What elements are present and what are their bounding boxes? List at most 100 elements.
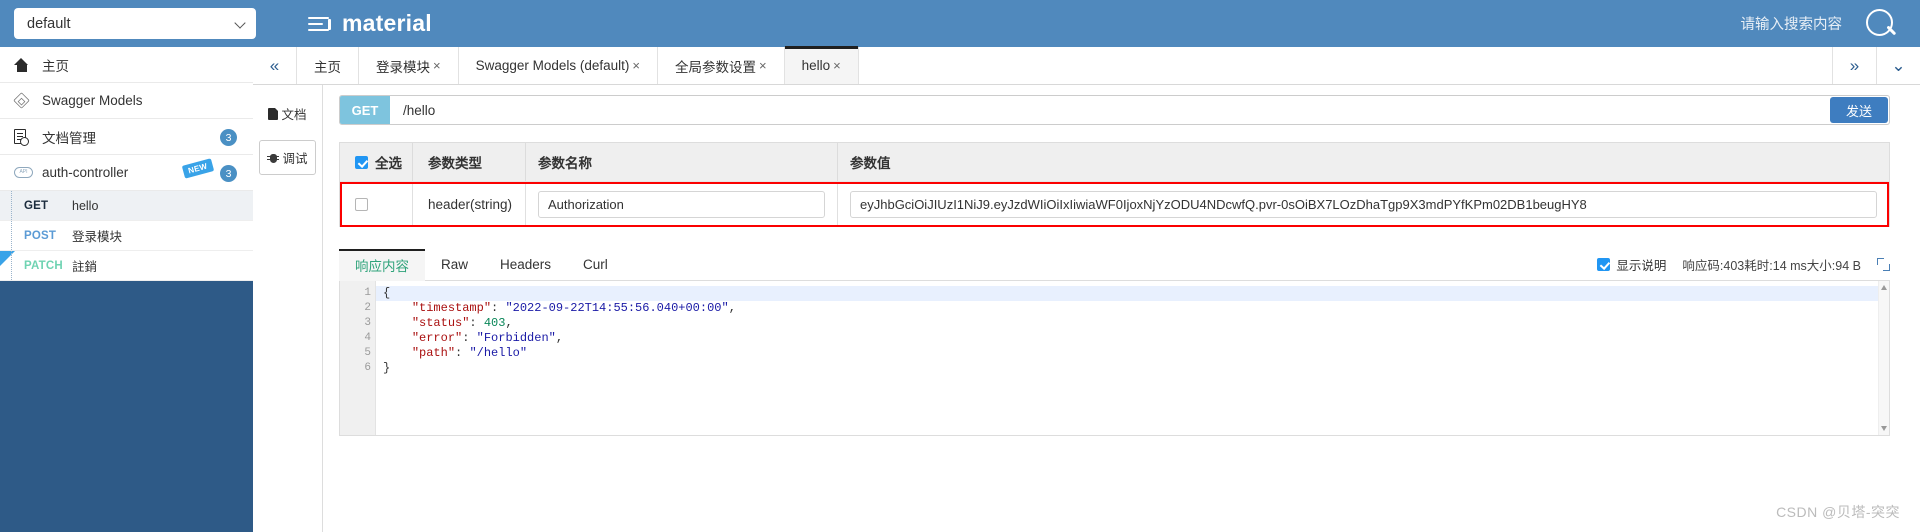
search-icon[interactable] <box>1864 7 1898 41</box>
column-header-value: 参数值 <box>850 156 891 171</box>
tab-swagger-models[interactable]: Swagger Models (default) × <box>458 47 659 84</box>
vtab-debug[interactable]: 调试 <box>259 140 316 175</box>
request-bar: GET /hello 发送 <box>339 95 1890 125</box>
show-description-label: 显示说明 <box>1616 259 1667 273</box>
line-number: 6 <box>364 362 371 374</box>
chevron-down-icon <box>236 18 247 29</box>
json-line: "path": "/hello" <box>411 346 528 360</box>
vtab-label: 调试 <box>282 152 308 166</box>
cube-icon <box>13 92 38 109</box>
scroll-down-icon[interactable] <box>1881 426 1887 431</box>
select-all-checkbox[interactable] <box>355 155 368 169</box>
tab-label: 全局参数设置 <box>675 59 757 75</box>
tab-hello[interactable]: hello × <box>784 46 859 84</box>
api-cloud-icon: API <box>14 167 38 178</box>
scroll-up-icon[interactable] <box>1881 285 1887 290</box>
response-body-editor[interactable]: 1 2 3 4 5 6 { "timestamp": "2022-09-22T1… <box>339 281 1890 436</box>
tab-login-module[interactable]: 登录模块 × <box>359 47 459 84</box>
doc-settings-icon <box>14 129 38 146</box>
param-name-input[interactable]: Authorization <box>538 191 825 218</box>
environment-select[interactable]: default <box>14 8 256 39</box>
sidebar-item-doc-management[interactable]: 文档管理 3 <box>0 119 253 155</box>
json-value-timestamp: "2022-09-22T14:55:56.040+00:00" <box>505 301 729 315</box>
sidebar-item-label: Swagger Models <box>42 93 143 108</box>
endpoint-name: 註銷 <box>72 260 98 274</box>
tab-label: 登录模块 <box>376 59 430 75</box>
table-row: header(string) Authorization eyJhbGciOiJ… <box>340 181 1889 227</box>
sidebar-item-swagger-models[interactable]: Swagger Models <box>0 83 253 119</box>
close-icon[interactable]: × <box>833 58 841 73</box>
param-value-input[interactable]: eyJhbGciOiJIUzI1NiJ9.eyJzdWIiOiIxIiwiaWF… <box>850 191 1877 218</box>
json-value-error: "Forbidden" <box>476 331 556 345</box>
close-icon[interactable]: × <box>632 58 640 73</box>
request-url-input[interactable]: /hello <box>390 103 1889 118</box>
line-number: 5 <box>364 347 371 359</box>
response-meta-bar: 显示说明 响应码:403耗时:14 ms大小:94 B <box>1597 255 1890 274</box>
sidebar-item-label: 主页 <box>42 58 69 74</box>
line-number-gutter: 1 2 3 4 5 6 <box>340 281 376 435</box>
params-table: 全选 参数类型 参数名称 参数值 header(string) Authoriz… <box>339 142 1890 227</box>
response-code-value: 403 <box>1723 259 1745 273</box>
json-line: "status": 403, <box>411 316 513 330</box>
send-button[interactable]: 发送 <box>1829 97 1888 123</box>
show-description-toggle[interactable]: 显示说明 <box>1597 255 1666 274</box>
row-checkbox[interactable] <box>355 198 368 211</box>
bug-icon <box>267 152 280 164</box>
param-name-cell: Authorization <box>526 182 838 227</box>
response-tab-bar: 响应内容 Raw Headers Curl 显示说明 响应码:403耗时:14 … <box>339 248 1890 281</box>
sidebar-badge: 3 <box>220 165 237 182</box>
vtab-label: 文档 <box>281 108 307 122</box>
show-description-checkbox[interactable] <box>1597 258 1611 271</box>
editor-scrollbar[interactable] <box>1878 281 1889 435</box>
select-all-cell[interactable]: 全选 <box>340 143 413 181</box>
http-method-label: POST <box>24 229 57 242</box>
json-value-path: "/hello" <box>469 346 528 360</box>
tab-bar: « 主页 登录模块 × Swagger Models (default) × 全… <box>253 46 1920 85</box>
response-tab-curl[interactable]: Curl <box>567 249 624 281</box>
line-number: 4 <box>364 332 371 344</box>
app-root: default material 请输入搜索内容 主页 Swagger Mode… <box>0 0 1920 532</box>
new-corner-tag: NEW <box>0 251 15 266</box>
new-tag: NEW <box>182 158 215 179</box>
tab-label: Swagger Models (default) <box>475 58 630 73</box>
sidebar-endpoint-login[interactable]: POST 登录模块 <box>0 221 253 251</box>
endpoint-name: hello <box>72 198 99 213</box>
sidebar-item-home[interactable]: 主页 <box>0 47 253 83</box>
endpoint-name: 登录模块 <box>72 230 123 244</box>
tab-global-params[interactable]: 全局参数设置 × <box>658 47 785 84</box>
param-type: header(string) <box>413 182 526 227</box>
http-method-label: PATCH <box>24 259 63 272</box>
vtab-document[interactable]: 文档 <box>259 97 316 130</box>
response-code-label: 响应码: <box>1682 259 1724 273</box>
tabs-dropdown-button[interactable]: ⌄ <box>1876 47 1920 84</box>
response-tab-headers[interactable]: Headers <box>484 249 567 281</box>
response-time-value: 14 ms <box>1772 259 1807 273</box>
tabs-next-button[interactable]: » <box>1832 47 1876 84</box>
close-icon[interactable]: × <box>759 58 767 73</box>
sidebar-item-label: 文档管理 <box>42 130 96 146</box>
response-tab-content[interactable]: 响应内容 <box>339 248 425 281</box>
param-value-cell: eyJhbGciOiJIUzI1NiJ9.eyJzdWIiOiIxIiwiaWF… <box>838 182 1889 227</box>
line-number: 3 <box>364 317 371 329</box>
expand-icon[interactable] <box>1877 258 1890 271</box>
search-input[interactable]: 请输入搜索内容 <box>1741 13 1843 34</box>
sidebar-badge: 3 <box>220 129 237 146</box>
json-line: { <box>376 286 1889 301</box>
response-time-label: 耗时: <box>1744 259 1773 273</box>
response-size-label: 大小: <box>1806 259 1836 273</box>
close-icon[interactable]: × <box>433 58 441 73</box>
tab-home[interactable]: 主页 <box>297 47 359 84</box>
row-select-cell[interactable] <box>340 182 413 227</box>
header-right: 请输入搜索内容 <box>1741 7 1920 41</box>
sidebar-item-label: auth-controller <box>42 165 129 180</box>
tab-bar-controls: » ⌄ <box>1832 47 1920 84</box>
sidebar-item-auth-controller[interactable]: API auth-controller NEW 3 <box>0 155 253 191</box>
brand-logo: material <box>308 10 432 37</box>
response-tab-raw[interactable]: Raw <box>425 249 484 281</box>
sidebar-endpoint-hello[interactable]: GET hello <box>0 191 253 221</box>
request-method-badge: GET <box>340 96 390 124</box>
line-number: 2 <box>364 302 371 314</box>
tab-label: hello <box>801 58 831 73</box>
sidebar-endpoint-logout[interactable]: NEW PATCH 註銷 <box>0 251 253 281</box>
tabs-prev-button[interactable]: « <box>253 47 297 84</box>
